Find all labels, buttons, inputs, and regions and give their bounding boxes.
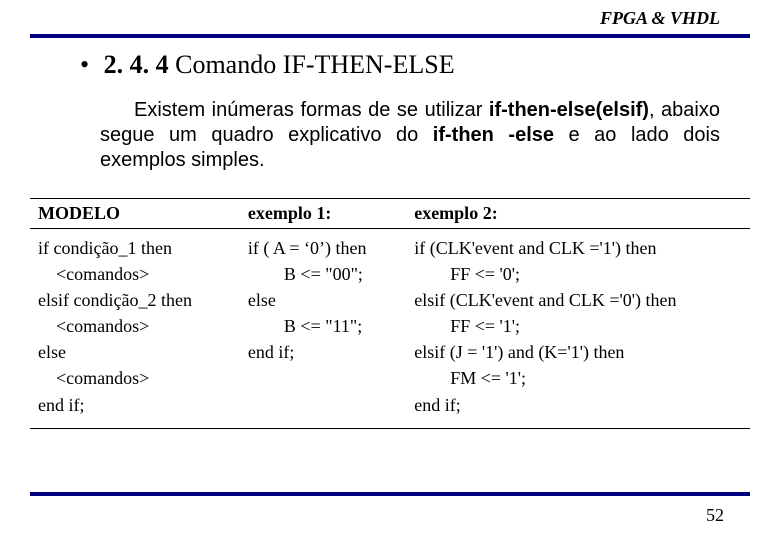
para-bold-2: if-then -else [433, 124, 554, 146]
header-label: FPGA & VHDL [600, 8, 720, 29]
table-row: if condição_1 then <comandos> elsif cond… [30, 229, 750, 429]
cell-exemplo-2: if (CLK'event and CLK ='1') then FF <= '… [406, 229, 750, 429]
section-title: • 2. 4. 4 Comando IF-THEN-ELSE [80, 50, 740, 80]
col-header-modelo: MODELO [30, 199, 240, 229]
section-heading-text: Comando IF-THEN-ELSE [175, 50, 454, 79]
top-rule [30, 34, 750, 38]
section-number: 2. 4. 4 [104, 50, 169, 79]
page-number: 52 [706, 505, 724, 526]
para-lead: Existem inúmeras formas de se utilizar [134, 99, 489, 121]
body-paragraph: Existem inúmeras formas de se utilizar i… [100, 98, 720, 173]
slide: FPGA & VHDL • 2. 4. 4 Comando IF-THEN-EL… [0, 0, 780, 540]
bullet-icon: • [80, 50, 89, 79]
cell-exemplo-1: if ( A = ‘0’) then B <= "00"; else B <= … [240, 229, 406, 429]
col-header-exemplo-1: exemplo 1: [240, 199, 406, 229]
bottom-rule [30, 492, 750, 496]
col-header-exemplo-2: exemplo 2: [406, 199, 750, 229]
para-bold-1: if-then-else(elsif) [489, 99, 649, 121]
table-header-row: MODELO exemplo 1: exemplo 2: [30, 199, 750, 229]
cell-modelo: if condição_1 then <comandos> elsif cond… [30, 229, 240, 429]
examples-table: MODELO exemplo 1: exemplo 2: if condição… [30, 198, 750, 429]
examples-table-wrap: MODELO exemplo 1: exemplo 2: if condição… [30, 198, 750, 429]
